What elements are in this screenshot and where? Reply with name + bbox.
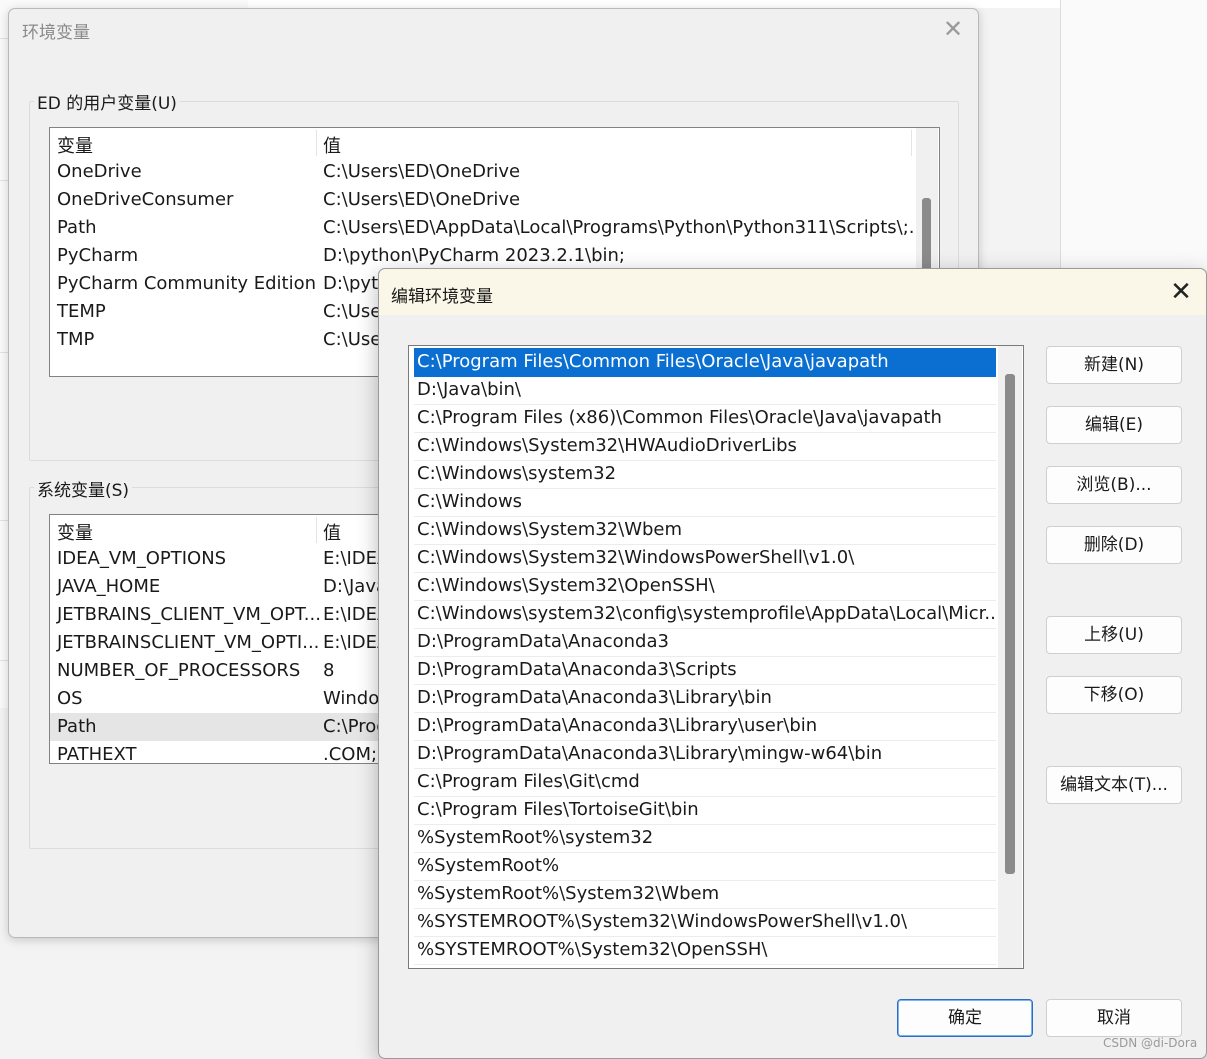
list-item[interactable]: PyCharm D:\python\PyCharm 2023.2.1\bin; xyxy=(50,242,939,270)
column-header-variable[interactable]: 变量 xyxy=(57,132,93,158)
list-item[interactable]: JETBRAINSCLIENT_VM_OPTI... E:\IDEA xyxy=(50,629,390,657)
column-header-value[interactable]: 值 xyxy=(323,519,341,545)
system-variables-label: 系统变量(S) xyxy=(34,476,133,501)
dialog-title: 环境变量 xyxy=(22,23,90,43)
ok-button[interactable]: 确定 xyxy=(897,999,1033,1037)
scrollbar-thumb[interactable] xyxy=(1005,374,1015,874)
edit-text-button[interactable]: 编辑文本(T)... xyxy=(1046,766,1182,804)
column-header-variable[interactable]: 变量 xyxy=(57,519,93,545)
user-variables-label: ED 的用户变量(U) xyxy=(34,89,180,114)
list-item[interactable]: OneDriveConsumer C:\Users\ED\OneDrive xyxy=(50,186,939,214)
list-item[interactable]: D:\ProgramData\Anaconda3\Library\mingw-w… xyxy=(414,740,996,769)
title-bar: 编辑环境变量 ✕ xyxy=(379,269,1206,315)
list-item[interactable]: C:\Program Files (x86)\Common Files\Orac… xyxy=(414,404,996,433)
move-up-button[interactable]: 上移(U) xyxy=(1046,616,1182,654)
list-item[interactable]: NUMBER_OF_PROCESSORS 8 xyxy=(50,657,390,685)
list-item[interactable]: OneDrive C:\Users\ED\OneDrive xyxy=(50,158,939,186)
list-item[interactable]: C:\Windows\System32\HWAudioDriverLibs xyxy=(414,432,996,461)
list-item[interactable]: C:\Windows xyxy=(414,488,996,517)
close-icon[interactable]: ✕ xyxy=(939,15,967,43)
list-item[interactable]: %SYSTEMROOT%\System32\WindowsPowerShell\… xyxy=(414,908,996,937)
list-item[interactable]: C:\Windows\System32\WindowsPowerShell\v1… xyxy=(414,544,996,573)
list-item[interactable]: C:\Program Files\Git\cmd xyxy=(414,768,996,797)
list-item[interactable]: C:\Windows\System32\Wbem xyxy=(414,516,996,545)
list-item[interactable]: JETBRAINS_CLIENT_VM_OPT... E:\IDEA xyxy=(50,601,390,629)
list-item[interactable]: C:\Program Files\TortoiseGit\bin xyxy=(414,796,996,825)
cancel-button[interactable]: 取消 xyxy=(1046,999,1182,1037)
browse-button[interactable]: 浏览(B)... xyxy=(1046,466,1182,504)
move-down-button[interactable]: 下移(O) xyxy=(1046,676,1182,714)
list-item[interactable]: D:\ProgramData\Anaconda3\Library\user\bi… xyxy=(414,712,996,741)
path-list[interactable]: C:\Program Files\Common Files\Oracle\Jav… xyxy=(408,345,1024,969)
close-icon[interactable]: ✕ xyxy=(1165,276,1197,308)
list-item[interactable]: D:\ProgramData\Anaconda3 xyxy=(414,628,996,657)
scrollbar[interactable] xyxy=(998,346,1022,968)
column-header-value[interactable]: 值 xyxy=(323,132,341,158)
list-item[interactable]: C:\Windows\System32\OpenSSH\ xyxy=(414,572,996,601)
list-item[interactable]: %SystemRoot% xyxy=(414,852,996,881)
list-item[interactable]: D:\ProgramData\Anaconda3\Scripts xyxy=(414,656,996,685)
list-item[interactable]: Path C:\Users\ED\AppData\Local\Programs\P… xyxy=(50,214,939,242)
list-header: 变量 值 xyxy=(50,515,390,545)
delete-button[interactable]: 删除(D) xyxy=(1046,526,1182,564)
new-button[interactable]: 新建(N) xyxy=(1046,346,1182,384)
list-item[interactable]: JAVA_HOME D:\Java xyxy=(50,573,390,601)
list-item[interactable]: IDEA_VM_OPTIONS E:\IDEA xyxy=(50,545,390,573)
list-item[interactable]: %SYSTEMROOT%\System32\OpenSSH\ xyxy=(414,936,996,965)
dialog-title: 编辑环境变量 xyxy=(391,287,493,307)
edit-button[interactable]: 编辑(E) xyxy=(1046,406,1182,444)
background-strip xyxy=(248,0,1060,8)
list-item-selected[interactable]: Path C:\Prog xyxy=(50,713,390,741)
list-header: 变量 值 xyxy=(50,128,939,158)
list-item[interactable]: D:\ProgramData\Anaconda3\Library\bin xyxy=(414,684,996,713)
list-item[interactable]: OS Windo xyxy=(50,685,390,713)
list-item[interactable]: PATHEXT .COM; xyxy=(50,741,390,763)
list-item[interactable]: %SystemRoot%\System32\Wbem xyxy=(414,880,996,909)
list-item[interactable]: C:\Windows\system32 xyxy=(414,460,996,489)
list-item[interactable]: C:\Windows\system32\config\systemprofile… xyxy=(414,600,996,629)
watermark: CSDN @di-Dora xyxy=(1103,1036,1198,1050)
list-item[interactable]: %SystemRoot%\system32 xyxy=(414,824,996,853)
edit-environment-variable-dialog: 编辑环境变量 ✕ C:\Program Files\Common Files\O… xyxy=(378,268,1207,1059)
list-item-selected[interactable]: C:\Program Files\Common Files\Oracle\Jav… xyxy=(414,348,996,377)
system-variables-list[interactable]: 变量 值 IDEA_VM_OPTIONS E:\IDEA JAVA_HOME D:\… xyxy=(49,514,391,764)
list-item[interactable]: D:\Java\bin\ xyxy=(414,376,996,405)
background-window-right xyxy=(1060,0,1207,270)
